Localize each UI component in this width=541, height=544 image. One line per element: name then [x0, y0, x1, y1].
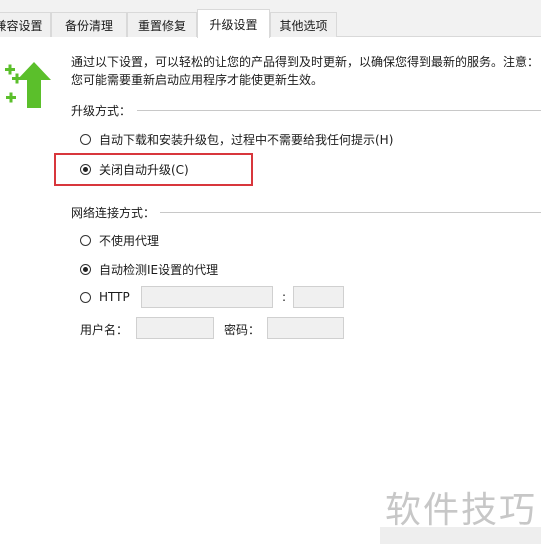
- tab-label: 重置修复: [137, 18, 186, 33]
- watermark: 软件技巧: [385, 490, 538, 531]
- tab-bar: 兼容设置 备份清理 重置修复 升级设置 其他选项: [0, 0, 541, 38]
- http-port-input[interactable]: [293, 286, 344, 308]
- tab-label: 备份清理: [64, 18, 113, 33]
- group-divider: [137, 110, 541, 111]
- description-line-1: 通过以下设置，可以轻松的让您的产品得到及时更新，以确保您得到最新的服务。注意：: [71, 55, 540, 69]
- radio-http-proxy[interactable]: HTTP: [80, 290, 130, 304]
- radio-button[interactable]: [80, 134, 91, 145]
- radio-button[interactable]: [80, 264, 91, 275]
- bottom-strip-white: [0, 527, 380, 544]
- radio-label: 不使用代理: [99, 234, 160, 248]
- group-divider: [160, 212, 541, 213]
- radio-auto-detect-ie-proxy[interactable]: 自动检测IE设置的代理: [80, 261, 218, 278]
- upgrade-arrow-icon: [5, 62, 51, 108]
- radio-label: HTTP: [99, 290, 130, 304]
- radio-label: 自动下载和安装升级包，过程中不需要给我任何提示(H): [99, 133, 394, 147]
- radio-no-proxy[interactable]: 不使用代理: [80, 232, 159, 249]
- tab-backup-cleanup[interactable]: 备份清理: [51, 12, 127, 37]
- tab-label: 兼容设置: [0, 18, 43, 33]
- tab-other-options[interactable]: 其他选项: [270, 12, 337, 37]
- highlight-box: [54, 153, 253, 186]
- http-host-input[interactable]: [141, 286, 273, 308]
- port-separator: :: [282, 290, 287, 304]
- password-input[interactable]: [267, 317, 344, 339]
- group-label-text: 网络连接方式：: [71, 206, 156, 220]
- network-mode-label: 网络连接方式：: [71, 204, 155, 221]
- upgrade-mode-label: 升级方式：: [71, 102, 131, 119]
- radio-auto-upgrade[interactable]: 自动下载和安装升级包，过程中不需要给我任何提示(H): [80, 131, 393, 148]
- password-label: 密码：: [224, 323, 261, 337]
- tab-compat-settings[interactable]: 兼容设置: [0, 12, 51, 37]
- radio-label: 自动检测IE设置的代理: [99, 263, 219, 277]
- radio-button[interactable]: [80, 291, 91, 303]
- username-input[interactable]: [136, 317, 214, 339]
- description-line-2: 您可能需要重新启动应用程序才能使更新生效。: [71, 73, 324, 87]
- username-label: 用户名：: [80, 323, 129, 337]
- tab-label: 升级设置: [209, 17, 258, 32]
- tab-reset-repair[interactable]: 重置修复: [127, 12, 197, 37]
- group-label-text: 升级方式：: [71, 104, 132, 118]
- tab-label: 其他选项: [279, 18, 328, 33]
- tab-upgrade-settings[interactable]: 升级设置: [197, 9, 270, 38]
- radio-button[interactable]: [80, 235, 91, 246]
- description-text: 通过以下设置，可以轻松的让您的产品得到及时更新，以确保您得到最新的服务。注意： …: [71, 53, 540, 89]
